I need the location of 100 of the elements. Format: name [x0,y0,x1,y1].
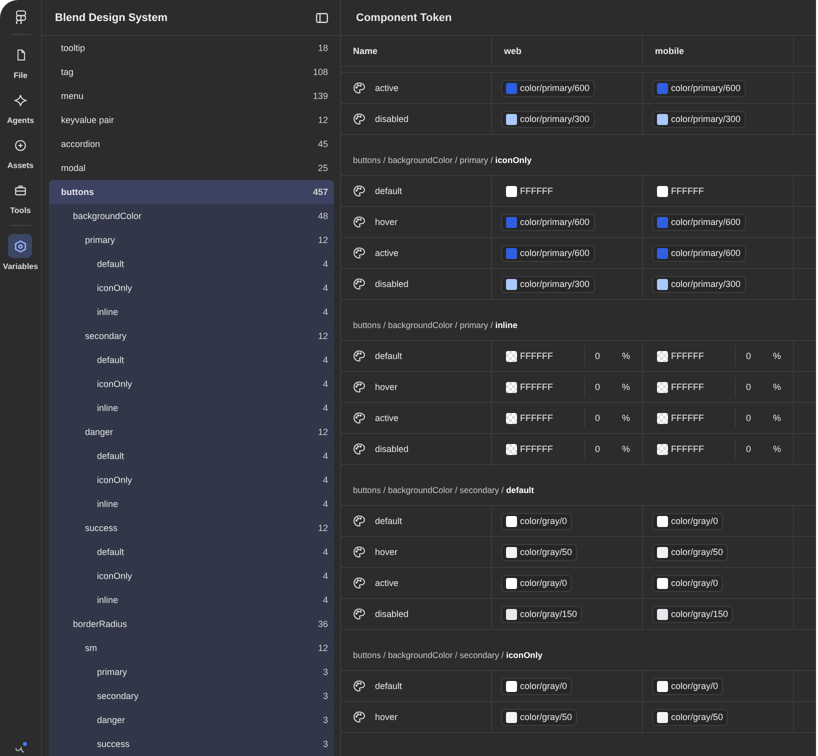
opacity-value[interactable]: 0 [746,382,751,392]
column-header: mobile [643,36,794,67]
opacity-value[interactable]: 0 [594,351,600,361]
transparent-swatch [657,350,668,362]
tree-item[interactable]: default 4 [49,444,334,468]
palette-icon [353,515,365,527]
tree-item[interactable]: primary 12 [49,228,334,252]
main-title: Component Token [341,0,816,36]
column-header: Name [341,36,492,67]
percent-unit: % [622,444,630,454]
color-token[interactable]: color/gray/0 [501,574,572,592]
color-token[interactable]: color/primary/600 [652,214,746,230]
percent-unit: % [772,351,781,361]
palette-icon [353,546,365,558]
color-value[interactable]: FFFFFF [652,380,709,394]
palette-icon [353,711,365,723]
tree-item[interactable]: keyvalue pair 12 [49,108,334,132]
tree-item[interactable]: secondary 3 [49,684,334,708]
tree-item[interactable]: inline 4 [49,396,334,420]
color-token[interactable]: color/primary/300 [652,276,746,292]
color-token[interactable]: color/gray/0 [501,678,572,694]
color-token[interactable]: color/primary/600 [501,214,595,230]
alpha-icon[interactable] [14,742,28,754]
palette-icon [353,216,365,228]
token-name: disabled [375,609,409,619]
percent-unit: % [772,413,781,423]
color-token[interactable]: color/gray/150 [652,606,734,622]
tree-item[interactable]: menu 139 [49,84,334,108]
rail-tab[interactable]: Variables [2,234,38,271]
rail-tab[interactable]: Agents [6,88,34,125]
color-value[interactable]: FFFFFF [652,442,709,456]
tree-item[interactable]: borderRadius 36 [49,612,334,636]
toolbox-icon [14,184,27,196]
transparent-swatch [506,350,517,362]
rail-tab[interactable]: Assets [7,133,34,170]
color-token[interactable]: color/gray/0 [652,678,724,694]
color-token[interactable]: color/gray/50 [501,708,578,726]
color-token[interactable]: color/gray/0 [652,574,724,592]
opacity-value[interactable]: 0 [746,413,751,423]
color-token[interactable]: color/primary/600 [652,80,746,96]
color-token[interactable]: color/gray/150 [501,606,582,622]
color-token[interactable]: color/gray/0 [501,512,572,530]
tree-item[interactable]: danger 3 [49,708,334,732]
tree-item[interactable]: iconOnly 4 [49,372,334,396]
tree-item[interactable]: primary 3 [49,660,334,684]
tree-item[interactable]: inline 4 [49,492,334,516]
color-token[interactable]: color/primary/600 [652,244,746,262]
palette-icon [353,113,365,125]
logo-icon[interactable] [16,10,26,24]
tree-item[interactable]: default 4 [49,252,334,276]
color-token[interactable]: color/primary/300 [501,110,595,128]
tree-item[interactable]: success 12 [49,516,334,540]
opacity-value[interactable]: 0 [594,413,600,423]
rail-tab[interactable]: File [8,43,32,80]
color-token[interactable]: color/gray/50 [501,544,578,560]
color-token[interactable]: color/primary/600 [501,80,595,96]
token-name: default [375,681,402,691]
tree-item[interactable]: backgroundColor 48 [49,204,334,228]
token-name: disabled [375,444,409,454]
token-name: default [375,516,402,526]
panel-toggle-icon[interactable] [316,12,328,22]
percent-unit: % [622,382,630,392]
color-value[interactable]: FFFFFF [501,410,558,426]
color-token[interactable]: color/gray/50 [652,708,728,726]
color-value[interactable]: FFFFFF [652,348,709,364]
tree-item[interactable]: success 3 [49,732,334,756]
color-token[interactable]: color/primary/600 [501,244,595,262]
tree-item[interactable]: inline 4 [49,588,334,612]
color-token[interactable]: color/gray/50 [652,544,728,560]
tree-item[interactable]: buttons 457 [49,180,334,204]
rail-tab[interactable]: Tools [8,178,32,215]
tree-item[interactable]: default 4 [49,348,334,372]
color-value[interactable]: FFFFFF [652,410,709,426]
color-token[interactable]: color/gray/0 [652,512,724,530]
color-value[interactable]: FFFFFF [501,348,558,364]
color-value[interactable]: FFFFFF [501,184,558,198]
sidebar-title: Blend Design System [55,12,168,24]
tree-item[interactable]: danger 12 [49,420,334,444]
tree-item[interactable]: sm 12 [49,636,334,660]
tree-item[interactable]: tag 108 [49,60,334,84]
tree-item[interactable]: accordion 45 [49,132,334,156]
percent-unit: % [622,413,630,423]
color-value[interactable]: FFFFFF [501,442,558,456]
opacity-value[interactable]: 0 [594,444,600,454]
color-token[interactable]: color/primary/300 [652,110,746,128]
tree-item[interactable]: default 4 [49,540,334,564]
opacity-value[interactable]: 0 [746,351,751,361]
palette-icon [353,680,365,692]
color-token[interactable]: color/primary/300 [501,276,595,292]
tree-item[interactable]: inline 4 [49,300,334,324]
tree-item[interactable]: tooltip 18 [49,36,334,60]
opacity-value[interactable]: 0 [594,382,600,392]
tree-item[interactable]: modal 25 [49,156,334,180]
opacity-value[interactable]: 0 [746,444,751,454]
color-value[interactable]: FFFFFF [501,380,558,394]
tree-item[interactable]: iconOnly 4 [49,564,334,588]
color-value[interactable]: FFFFFF [652,184,709,198]
tree-item[interactable]: iconOnly 4 [49,276,334,300]
tree-item[interactable]: iconOnly 4 [49,468,334,492]
tree-item[interactable]: secondary 12 [49,324,334,348]
